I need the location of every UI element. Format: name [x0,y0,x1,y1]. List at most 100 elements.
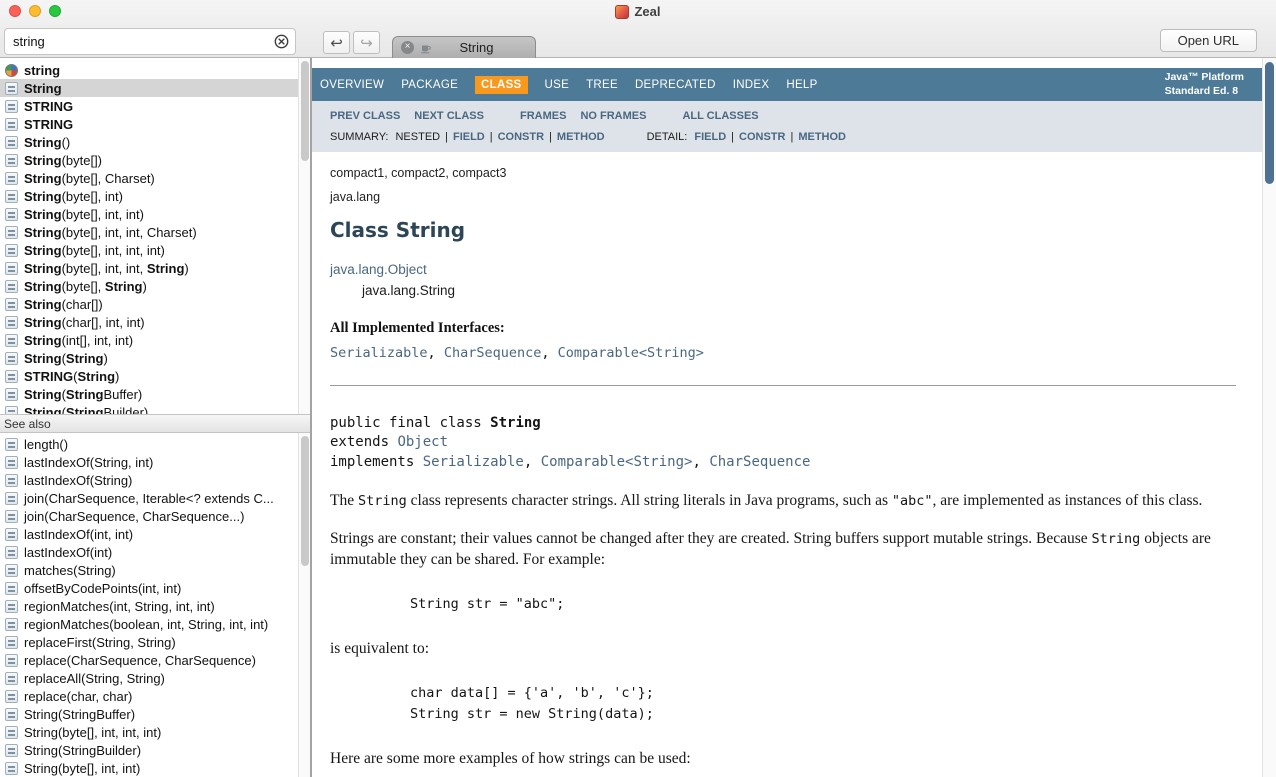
see-also-label-text: regionMatches(int, String, int, int) [24,599,215,614]
see-also-label-text: regionMatches(boolean, int, String, int,… [24,617,268,632]
see-also-item[interactable]: replaceFirst(String, String) [0,633,310,651]
doc-scrollbar-thumb[interactable] [1265,62,1274,184]
result-label: String(char[]) [24,297,103,312]
open-url-button[interactable]: Open URL [1160,29,1257,52]
topnav-tree[interactable]: TREE [586,79,618,91]
search-result-item[interactable]: String(int[], int, int) [0,331,310,349]
see-also-item[interactable]: regionMatches(boolean, int, String, int,… [0,615,310,633]
search-result-item[interactable]: String(String) [0,349,310,367]
search-result-item[interactable]: String(byte[], String) [0,277,310,295]
brand-line-2: Standard Ed. 8 [1165,85,1244,99]
search-result-item[interactable]: String(StringBuilder) [0,403,310,414]
search-result-item[interactable]: STRING [0,115,310,133]
results-scrollbar-thumb[interactable] [301,61,309,161]
interface-link[interactable]: Comparable<String> [558,345,704,361]
entry-icon [5,762,18,775]
separator: | [490,131,493,143]
search-result-item[interactable]: STRING(String) [0,367,310,385]
subnav-constr[interactable]: CONSTR [498,131,544,143]
see-also-item[interactable]: regionMatches(int, String, int, int) [0,597,310,615]
see-also-item[interactable]: String(StringBuffer) [0,705,310,723]
doc-scrollbar[interactable] [1262,58,1276,777]
search-result-item[interactable]: String(StringBuffer) [0,385,310,403]
see-also-item[interactable]: offsetByCodePoints(int, int) [0,579,310,597]
search-input[interactable] [13,34,273,49]
result-label: String(byte[], String) [24,279,147,294]
window-title: Zeal [634,4,660,19]
signature-line: public final class String [330,414,1236,434]
subnav-field[interactable]: FIELD [694,131,726,143]
signature-link[interactable]: Comparable<String> [541,454,693,470]
doc-brand: Java™ Platform Standard Ed. 8 [1165,71,1252,98]
topnav-use[interactable]: USE [545,79,570,91]
inline-code: "abc" [892,493,933,509]
subnav-link-frames[interactable]: FRAMES [520,110,566,122]
see-also-item[interactable]: String(StringBuilder) [0,741,310,759]
search-result-item[interactable]: String(char[], int, int) [0,313,310,331]
see-also-item[interactable]: join(CharSequence, Iterable<? extends C.… [0,489,310,507]
superclass-link[interactable]: java.lang.Object [330,262,427,277]
see-also-item[interactable]: join(CharSequence, CharSequence...) [0,507,310,525]
subnav-method[interactable]: METHOD [798,131,846,143]
see-also-item[interactable]: lastIndexOf(String, int) [0,453,310,471]
see-also-item[interactable]: replace(CharSequence, CharSequence) [0,651,310,669]
search-result-item[interactable]: STRING [0,97,310,115]
subnav-method[interactable]: METHOD [557,131,605,143]
docset-search-box[interactable] [4,28,296,55]
see-also-scrollbar-thumb[interactable] [301,436,309,566]
subnav-constr[interactable]: CONSTR [739,131,785,143]
topnav-package[interactable]: PACKAGE [401,79,458,91]
search-result-item[interactable]: String(byte[], int, int, int) [0,241,310,259]
see-also-item[interactable]: lastIndexOf(int) [0,543,310,561]
see-also-item[interactable]: String(byte[], int, int) [0,759,310,777]
separator: | [549,131,552,143]
see-also-item[interactable]: lastIndexOf(int, int) [0,525,310,543]
forward-button[interactable]: ↪ [353,31,380,54]
interface-link[interactable]: CharSequence [444,345,542,361]
search-result-item[interactable]: String(byte[], int, int, String) [0,259,310,277]
see-also-item[interactable]: String(byte[], int, int, int) [0,723,310,741]
entry-icon [5,474,18,487]
topnav-help[interactable]: HELP [786,79,817,91]
subnav-field[interactable]: FIELD [453,131,485,143]
signature-link[interactable]: CharSequence [709,454,810,470]
signature-link[interactable]: Object [397,434,448,450]
subnav-link-all-classes[interactable]: ALL CLASSES [682,110,758,122]
see-also-label-text: String(byte[], int, int, int) [24,725,161,740]
search-result-item[interactable]: String(byte[], int) [0,187,310,205]
topnav-deprecated[interactable]: DEPRECATED [635,79,716,91]
subnav-link-no-frames[interactable]: NO FRAMES [580,110,646,122]
result-label: string [24,63,60,78]
entry-icon [5,672,18,685]
tab-string[interactable]: × String [392,36,536,58]
topnav-class[interactable]: CLASS [475,76,527,94]
search-result-item[interactable]: String(byte[]) [0,151,310,169]
doc-pane: OVERVIEW PACKAGE CLASS USE TREE DEPRECATED IND… [312,58,1276,777]
see-also-item[interactable]: lastIndexOf(String) [0,471,310,489]
see-also-item[interactable]: replaceAll(String, String) [0,669,310,687]
search-result-item[interactable]: String() [0,133,310,151]
subnav-link-next-class[interactable]: NEXT CLASS [414,110,484,122]
see-also-scrollbar[interactable] [298,433,310,777]
see-also-item[interactable]: length() [0,435,310,453]
search-result-item[interactable]: String(char[]) [0,295,310,313]
interface-link[interactable]: Serializable [330,345,428,361]
subnav-link-prev-class[interactable]: PREV CLASS [330,110,400,122]
search-result-item[interactable]: String(byte[], Charset) [0,169,310,187]
signature-link[interactable]: Serializable [423,454,524,470]
topnav-overview[interactable]: OVERVIEW [320,79,384,91]
tab-close-icon[interactable]: × [401,41,414,54]
search-result-item[interactable]: String(byte[], int, int, Charset) [0,223,310,241]
back-button[interactable]: ↩ [323,31,350,54]
topnav-index[interactable]: INDEX [733,79,770,91]
search-result-item[interactable]: String [0,79,310,97]
see-also-header: See also [0,414,310,433]
search-result-item[interactable]: String(byte[], int, int) [0,205,310,223]
results-scrollbar[interactable] [298,58,310,414]
clear-search-icon[interactable] [273,34,289,50]
search-result-item[interactable]: string [0,61,310,79]
code-text: extends [330,434,397,450]
see-also-item[interactable]: matches(String) [0,561,310,579]
see-also-item[interactable]: replace(char, char) [0,687,310,705]
entry-icon [5,118,18,131]
